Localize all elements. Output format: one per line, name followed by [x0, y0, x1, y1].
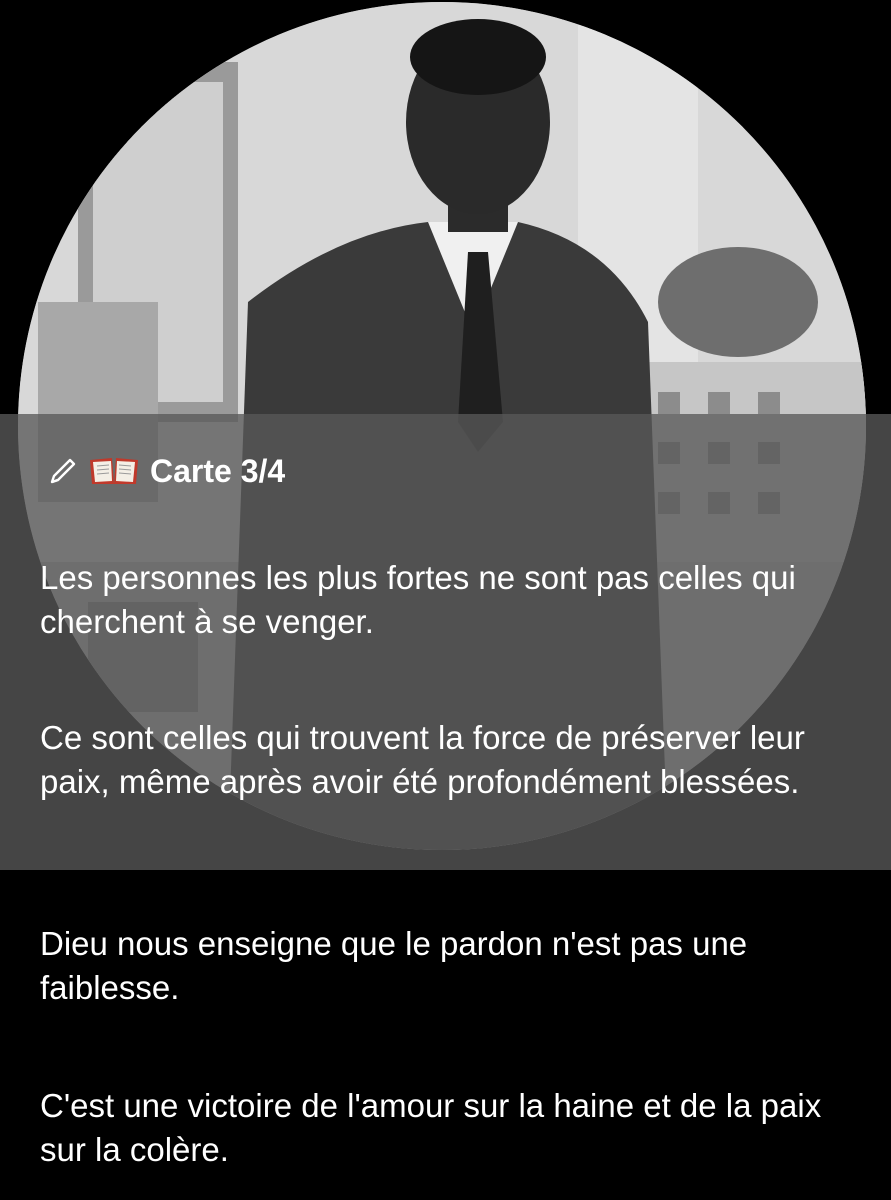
paragraph-1: Les personnes les plus fortes ne sont pa…	[40, 559, 796, 640]
paragraph-3: Dieu nous enseigne que le pardon n'est p…	[40, 925, 748, 1006]
paragraph-2: Ce sont celles qui trouvent la force de …	[40, 719, 805, 800]
card-header: Carte 3/4	[44, 448, 285, 494]
open-book-icon	[88, 454, 140, 488]
paragraph-4: C'est une victoire de l'amour sur la hai…	[40, 1087, 822, 1168]
card-title: Carte 3/4	[150, 452, 286, 489]
post-card: Carte 3/4 Les personnes les plus fortes …	[0, 0, 891, 1200]
pencil-icon	[44, 452, 82, 490]
